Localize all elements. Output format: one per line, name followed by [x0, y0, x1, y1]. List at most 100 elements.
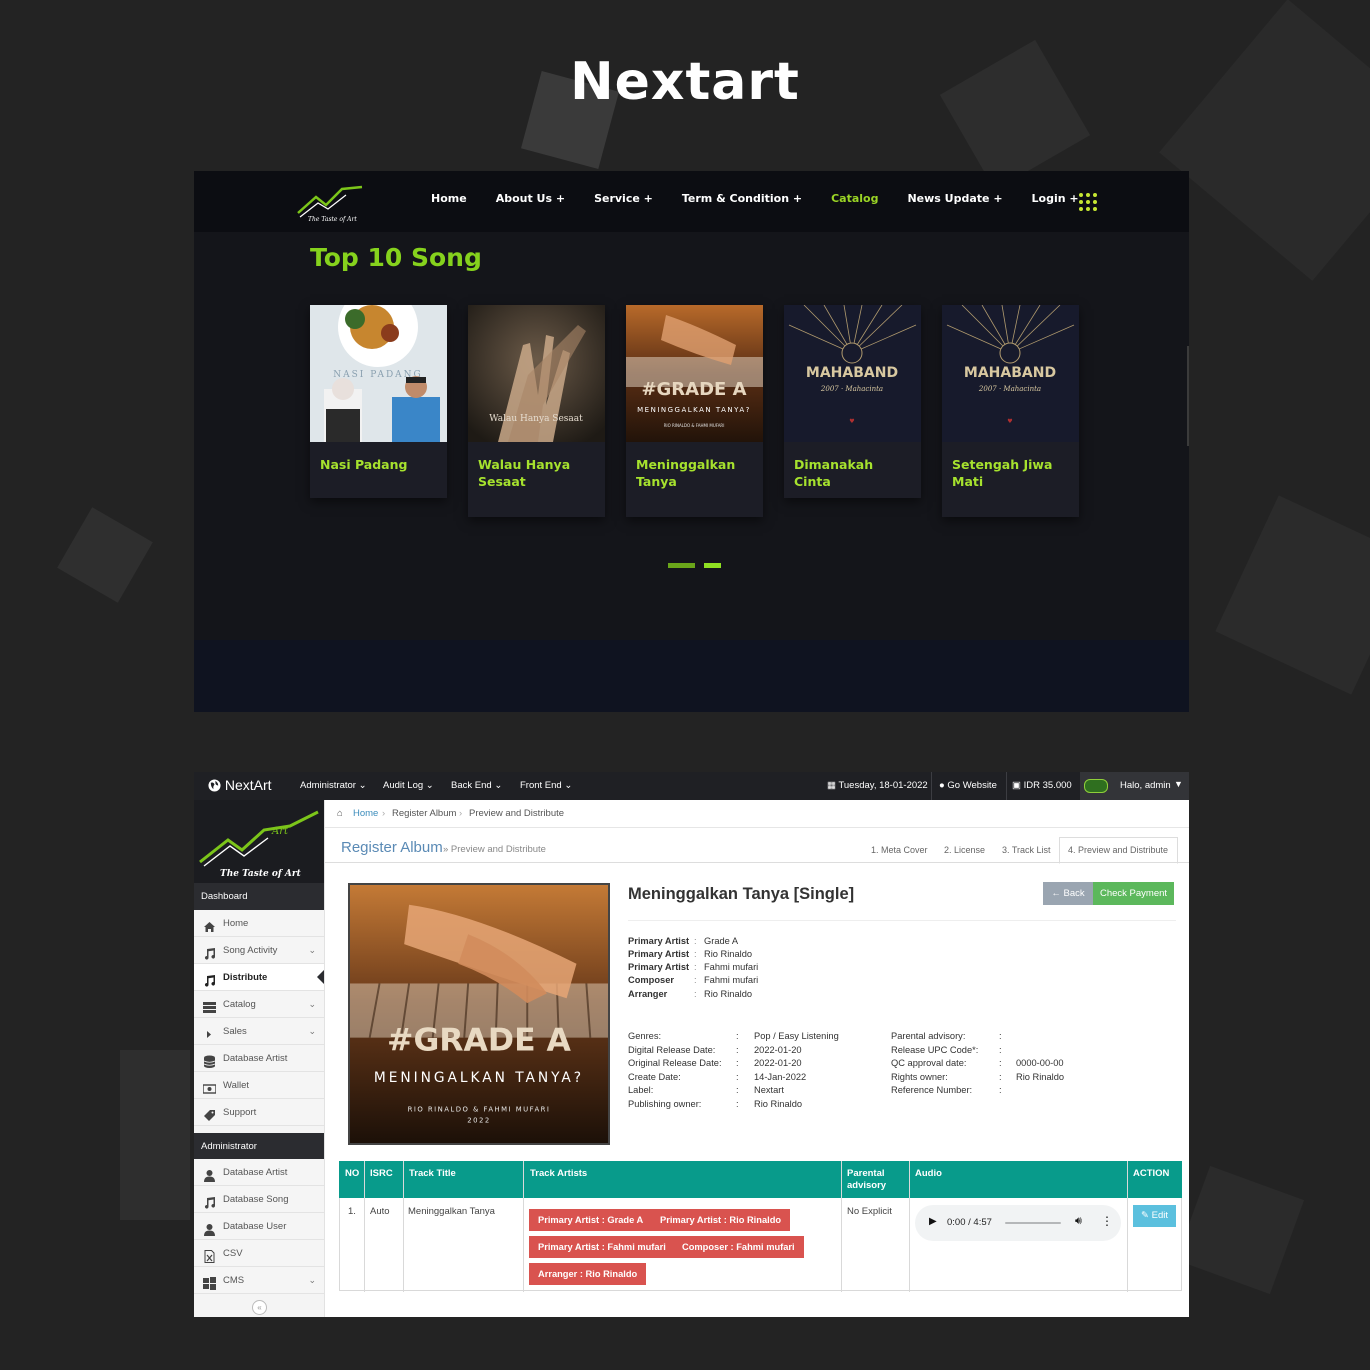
- site-nav: Home About Us + Service + Term & Conditi…: [431, 192, 1108, 205]
- play-icon[interactable]: ▶: [929, 1216, 937, 1227]
- breadcrumb-separator: ›: [382, 808, 386, 819]
- menu-administrator[interactable]: Administrator ⌄: [300, 780, 367, 791]
- table-col-divider: [523, 1161, 524, 1292]
- admin-brand-name: NextArt: [224, 777, 272, 793]
- step-license[interactable]: 2. License: [944, 845, 985, 855]
- sidebar-item-cms[interactable]: CMS ⌄: [194, 1267, 324, 1294]
- sidebar-item-label: Wallet: [223, 1080, 250, 1091]
- col-isrc: ISRC: [370, 1168, 393, 1179]
- detail-colon: :: [736, 1058, 739, 1068]
- volume-icon[interactable]: 🔊︎: [1075, 1215, 1082, 1228]
- song-card[interactable]: #GRADE A MENINGGALKAN TANYA? RIO RINALDO…: [626, 305, 763, 517]
- table-col-divider: [841, 1161, 842, 1292]
- nav-login[interactable]: Login +: [1032, 192, 1079, 205]
- artist-tag: Primary Artist : Fahmi mufari: [529, 1236, 675, 1258]
- edit-button[interactable]: ✎ Edit: [1133, 1205, 1176, 1227]
- audio-progress-track[interactable]: [1005, 1222, 1061, 1224]
- sidebar-item-distribute[interactable]: Distribute: [194, 964, 324, 991]
- nav-catalog[interactable]: Catalog: [831, 192, 878, 205]
- menu-audit-log[interactable]: Audit Log ⌄: [383, 780, 434, 791]
- nav-news-update[interactable]: News Update +: [907, 192, 1002, 205]
- svg-text:RIO RINALDO & FAHMI MUFARI: RIO RINALDO & FAHMI MUFARI: [664, 423, 725, 428]
- song-card[interactable]: MAHABAND 2007 · Mahacinta ♥ Setengah Jiw…: [942, 305, 1079, 517]
- user-menu[interactable]: Halo, admin ▼: [1080, 772, 1189, 800]
- detail-colon: :: [736, 1031, 739, 1041]
- collapse-sidebar-button[interactable]: «: [252, 1300, 267, 1315]
- nav-home[interactable]: Home: [431, 192, 467, 205]
- detail-key: Parental advisory:: [891, 1031, 966, 1041]
- sidebar-item-database-song[interactable]: Database Song: [194, 1186, 324, 1213]
- album-cover: MAHABAND 2007 · Mahacinta ♥: [942, 305, 1079, 442]
- menu-label: Audit Log: [383, 780, 424, 791]
- scrollbar-thumb[interactable]: [1187, 346, 1189, 446]
- sidebar-item-catalog[interactable]: Catalog ⌄: [194, 991, 324, 1018]
- credit-role: Primary Artist: [628, 962, 690, 972]
- website-preview: The Taste of Art Home About Us + Service…: [194, 171, 1189, 712]
- grid-menu-icon[interactable]: [1077, 191, 1099, 213]
- step-meta-cover[interactable]: 1. Meta Cover: [871, 845, 928, 855]
- sidebar-item-wallet[interactable]: Wallet: [194, 1072, 324, 1099]
- detail-colon: :: [736, 1085, 739, 1095]
- chevron-down-icon: ⌄: [308, 1026, 316, 1036]
- detail-key: Rights owner:: [891, 1072, 948, 1082]
- song-card[interactable]: NASI PADANG Nasi Padang: [310, 305, 447, 498]
- arrow-left-icon: ←: [1051, 888, 1061, 899]
- chevron-down-icon: ⌄: [425, 780, 434, 791]
- credit-colon: :: [694, 962, 697, 972]
- col-parental-advisory: Parental advisory: [847, 1168, 887, 1191]
- step-preview-distribute[interactable]: 4. Preview and Distribute: [1068, 845, 1168, 855]
- admin-brand[interactable]: NextArt: [208, 777, 272, 793]
- sidebar-item-database-artist-admin[interactable]: Database Artist: [194, 1159, 324, 1186]
- sidebar-item-support[interactable]: Support: [194, 1099, 324, 1126]
- svg-text:♥: ♥: [849, 418, 854, 425]
- song-card[interactable]: Walau Hanya Sesaat Walau Hanya Sesaat: [468, 305, 605, 517]
- sidebar-item-sales[interactable]: Sales ⌄: [194, 1018, 324, 1045]
- cell-track-title: Meninggalkan Tanya: [408, 1206, 495, 1217]
- song-card[interactable]: MAHABAND 2007 · Mahacinta ♥ Dimanakah Ci…: [784, 305, 921, 498]
- chevron-down-icon: ⌄: [358, 780, 367, 791]
- breadcrumb-home[interactable]: Home: [353, 808, 378, 819]
- album-cover: #GRADE A MENINGGALKAN TANYA? RIO RINALDO…: [626, 305, 763, 442]
- brand-title: Nextart: [570, 52, 800, 112]
- menu-back-end[interactable]: Back End ⌄: [451, 780, 502, 791]
- site-header: The Taste of Art Home About Us + Service…: [194, 171, 1189, 232]
- album-cover: MAHABAND 2007 · Mahacinta ♥: [784, 305, 921, 442]
- music-icon: [203, 944, 216, 960]
- svg-text:RIO RINALDO & FAHMI MUFARI: RIO RINALDO & FAHMI MUFARI: [408, 1105, 551, 1113]
- sidebar-item-csv[interactable]: CSV: [194, 1240, 324, 1267]
- credit-role: Primary Artist: [628, 936, 690, 946]
- credit-role: Arranger: [628, 989, 668, 999]
- nav-service[interactable]: Service +: [594, 192, 653, 205]
- database-icon: [203, 1052, 216, 1068]
- svg-text:MENINGALKAN TANYA?: MENINGALKAN TANYA?: [374, 1070, 584, 1086]
- chevron-down-icon: ⌄: [308, 1275, 316, 1285]
- background-shape: [120, 1050, 190, 1220]
- sidebar-item-database-user[interactable]: Database User: [194, 1213, 324, 1240]
- step-track-list[interactable]: 3. Track List: [1002, 845, 1051, 855]
- go-website-label: Go Website: [947, 780, 997, 791]
- sidebar-item-database-artist[interactable]: Database Artist: [194, 1045, 324, 1072]
- sidebar-item-song-activity[interactable]: Song Activity ⌄: [194, 937, 324, 964]
- tracks-table-header: NO ISRC Track Title Track Artists Parent…: [339, 1161, 1182, 1198]
- menu-front-end[interactable]: Front End ⌄: [520, 780, 572, 791]
- detail-colon: :: [999, 1045, 1002, 1055]
- check-payment-button[interactable]: Check Payment: [1093, 882, 1174, 905]
- more-options-icon[interactable]: ⋮: [1101, 1214, 1113, 1228]
- nav-term-condition[interactable]: Term & Condition +: [682, 192, 802, 205]
- sidebar-item-label: Support: [223, 1107, 257, 1118]
- breadcrumb-register-album[interactable]: Register Album: [392, 808, 456, 819]
- go-website-link[interactable]: ● Go Website: [939, 780, 997, 791]
- svg-text:MAHABAND: MAHABAND: [806, 365, 898, 381]
- sidebar-item-home[interactable]: Home: [194, 910, 324, 937]
- nextart-logo: The Taste of Art: [297, 185, 363, 223]
- nav-about-us[interactable]: About Us +: [496, 192, 565, 205]
- carousel-dot-active[interactable]: [704, 563, 721, 568]
- detail-key: Create Date:: [628, 1072, 681, 1082]
- page-title: Register Album: [341, 839, 443, 856]
- detail-value: Rio Rinaldo: [1016, 1072, 1065, 1082]
- back-button[interactable]: ← Back: [1043, 882, 1093, 905]
- menu-label: Administrator: [300, 780, 356, 791]
- artist-tag: Composer : Fahmi mufari: [673, 1236, 804, 1258]
- artist-tag: Primary Artist : Rio Rinaldo: [651, 1209, 791, 1231]
- carousel-dot[interactable]: [668, 563, 695, 568]
